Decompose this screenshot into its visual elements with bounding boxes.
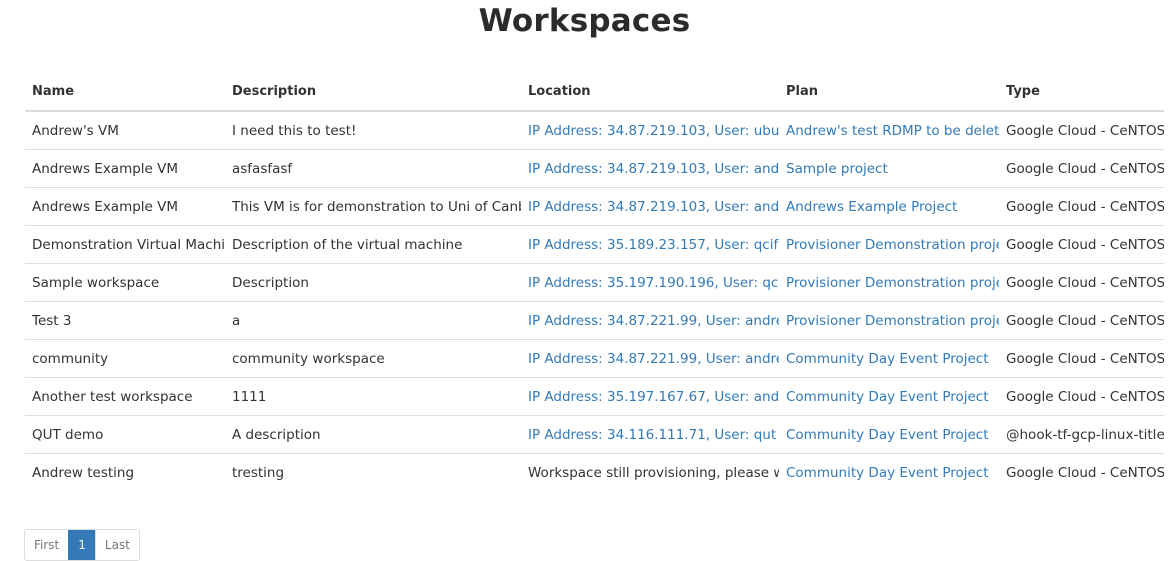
workspace-description: Description	[225, 263, 521, 302]
workspace-name: Test 3	[25, 301, 225, 340]
table-row: Another test workspace 1111 IP Address: 35…	[25, 377, 1164, 416]
workspace-location-link[interactable]: IP Address: 35.197.167.67, User: andrew	[528, 389, 779, 405]
workspace-name: Sample workspace	[25, 263, 225, 302]
workspace-location-link[interactable]: IP Address: 35.197.190.196, User: qcif2	[528, 275, 779, 291]
workspace-description: Description of the virtual machine	[225, 225, 521, 264]
workspace-description: a	[225, 301, 521, 340]
workspace-plan-link[interactable]: Provisioner Demonstration project	[786, 275, 999, 291]
workspace-description: This VM is for demonstration to Uni of C…	[225, 187, 521, 226]
workspace-type: Google Cloud - CeNTOS 7	[999, 339, 1164, 378]
workspace-location-link[interactable]: IP Address: 34.87.219.103, User: andrew	[528, 161, 779, 177]
workspace-location-link[interactable]: IP Address: 34.116.111.71, User: qut	[528, 427, 776, 443]
workspace-plan-cell: Sample project	[779, 149, 999, 188]
workspace-name: Andrews Example VM	[25, 149, 225, 188]
pagination-first-button[interactable]: First	[25, 530, 69, 560]
workspace-name: Another test workspace	[25, 377, 225, 416]
workspace-location-cell: IP Address: 34.87.221.99, User: andrew	[521, 301, 779, 340]
workspace-location-cell: IP Address: 34.116.111.71, User: qut	[521, 415, 779, 454]
workspace-type: Google Cloud - CeNTOS 7	[999, 301, 1164, 340]
workspace-type: Google Cloud - CeNTOS 7	[999, 263, 1164, 302]
workspace-location-cell: IP Address: 34.87.221.99, User: andrew	[521, 339, 779, 378]
column-header-location: Location	[521, 73, 779, 112]
column-header-description: Description	[225, 73, 521, 112]
workspace-plan-link[interactable]: Community Day Event Project	[786, 427, 989, 443]
column-header-type: Type	[999, 73, 1164, 112]
workspace-plan-cell: Community Day Event Project	[779, 377, 999, 416]
workspace-type: @hook-tf-gcp-linux-title	[999, 415, 1164, 454]
workspace-name: Andrew testing	[25, 453, 225, 491]
workspace-location-link[interactable]: IP Address: 35.189.23.157, User: qcif	[528, 237, 778, 253]
column-header-plan: Plan	[779, 73, 999, 112]
workspace-plan-cell: Provisioner Demonstration project	[779, 225, 999, 264]
workspace-location-cell: IP Address: 34.87.219.103, User: andrew	[521, 149, 779, 188]
workspace-plan-link[interactable]: Provisioner Demonstration project	[786, 237, 999, 253]
workspace-plan-link[interactable]: Provisioner Demonstration project	[786, 313, 999, 329]
workspace-name: Andrews Example VM	[25, 187, 225, 226]
workspace-description: community workspace	[225, 339, 521, 378]
workspace-location-cell: IP Address: 35.197.190.196, User: qcif2	[521, 263, 779, 302]
workspace-type: Google Cloud - CeNTOS 7	[999, 225, 1164, 264]
workspace-name: QUT demo	[25, 415, 225, 454]
workspace-location-link[interactable]: IP Address: 34.87.221.99, User: andrew	[528, 313, 779, 329]
workspaces-page: Workspaces Name Description Location Pla…	[0, 0, 1169, 561]
workspace-plan-cell: Andrew's test RDMP to be deleted	[779, 111, 999, 150]
workspace-plan-cell: Provisioner Demonstration project	[779, 263, 999, 302]
pagination-last-button[interactable]: Last	[94, 530, 139, 560]
workspace-location-cell: IP Address: 34.87.219.103, User: ubuntu	[521, 111, 779, 150]
workspace-name: community	[25, 339, 225, 378]
workspace-location-cell: IP Address: 35.197.167.67, User: andrew	[521, 377, 779, 416]
workspace-description: tresting	[225, 453, 521, 491]
workspace-plan-cell: Community Day Event Project	[779, 339, 999, 378]
pagination: First 1 Last	[24, 529, 140, 561]
workspace-plan-cell: Provisioner Demonstration project	[779, 301, 999, 340]
workspace-plan-link[interactable]: Andrews Example Project	[786, 199, 957, 215]
workspace-plan-link[interactable]: Andrew's test RDMP to be deleted	[786, 123, 999, 139]
workspace-type: Google Cloud - CeNTOS 7	[999, 453, 1164, 491]
table-row: Test 3 a IP Address: 34.87.221.99, User: a…	[25, 301, 1164, 340]
workspace-location-cell: IP Address: 34.87.219.103, User: andrew	[521, 187, 779, 226]
workspace-description: 1111	[225, 377, 521, 416]
pagination-page-1-button[interactable]: 1	[68, 530, 95, 560]
table-row: Andrews Example VM This VM is for demonst…	[25, 187, 1164, 226]
table-row: Andrew testing tresting Workspace still pr…	[25, 453, 1164, 491]
workspace-description: A description	[225, 415, 521, 454]
workspace-plan-cell: Andrews Example Project	[779, 187, 999, 226]
page-title: Workspaces	[478, 3, 691, 39]
workspace-description: asfasfasf	[225, 149, 521, 188]
workspace-location-cell: IP Address: 35.189.23.157, User: qcif	[521, 225, 779, 264]
column-header-name: Name	[25, 73, 225, 112]
workspace-plan-cell: Community Day Event Project	[779, 453, 999, 491]
table-row: Demonstration Virtual Machine Description…	[25, 225, 1164, 264]
workspace-description: I need this to test!	[232, 122, 357, 139]
table-header-row: Name Description Location Plan Type	[25, 73, 1164, 112]
workspace-type: Google Cloud - CeNTOS 7	[1006, 122, 1164, 139]
workspace-location-link[interactable]: IP Address: 34.87.219.103, User: ubuntu	[528, 123, 779, 139]
workspace-plan-link[interactable]: Sample project	[786, 161, 888, 177]
workspace-type: Google Cloud - CeNTOS 7	[999, 149, 1164, 188]
workspace-plan-link[interactable]: Community Day Event Project	[786, 465, 989, 481]
table-row: Andrew's VM I need this to test! IP Addres…	[25, 111, 1164, 150]
table-row: QUT demo A description IP Address: 34.116.…	[25, 415, 1164, 454]
workspace-name: Andrew's VM	[32, 122, 119, 139]
workspace-location-link[interactable]: IP Address: 34.87.221.99, User: andrew	[528, 351, 779, 367]
workspace-location-link[interactable]: IP Address: 34.87.219.103, User: andrew	[528, 199, 779, 215]
workspace-name: Demonstration Virtual Machine	[25, 225, 225, 264]
workspace-plan-link[interactable]: Community Day Event Project	[786, 389, 989, 405]
workspace-type: Google Cloud - CeNTOS 7	[999, 377, 1164, 416]
workspaces-table: Name Description Location Plan Type Andr…	[25, 73, 1164, 491]
table-body: Andrew's VM I need this to test! IP Addres…	[25, 111, 1164, 491]
workspace-location-status: Workspace still provisioning, please wai…	[521, 453, 779, 491]
table-row: Andrews Example VM asfasfasf IP Address: 3…	[25, 149, 1164, 188]
workspace-plan-cell: Community Day Event Project	[779, 415, 999, 454]
workspace-plan-link[interactable]: Community Day Event Project	[786, 351, 989, 367]
table-row: community community workspace IP Address: …	[25, 339, 1164, 378]
workspace-type: Google Cloud - CeNTOS 7	[999, 187, 1164, 226]
table-row: Sample workspace Description IP Address: 3…	[25, 263, 1164, 302]
